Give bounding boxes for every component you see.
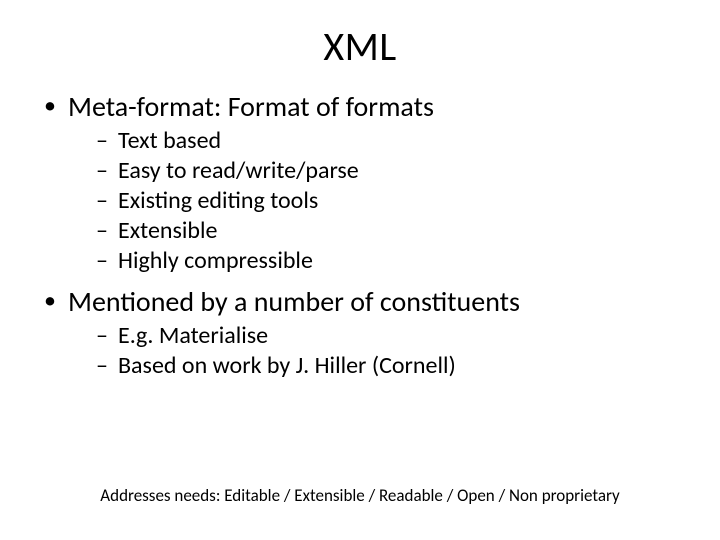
footer-note: Addresses needs: Editable / Extensible /… [0, 485, 720, 506]
sub-list: Text based Easy to read/write/parse Exis… [68, 126, 682, 276]
bullet-item: Mentioned by a number of constituents E.… [38, 284, 682, 381]
sub-list: E.g. Materialise Based on work by J. Hil… [68, 321, 682, 381]
sub-item: E.g. Materialise [96, 321, 682, 351]
bullet-text: Mentioned by a number of constituents [68, 284, 520, 319]
sub-item: Extensible [96, 216, 682, 246]
slide-body: Meta-format: Format of formats Text base… [0, 71, 720, 381]
sub-item: Text based [96, 126, 682, 156]
sub-item: Easy to read/write/parse [96, 156, 682, 186]
sub-item: Highly compressible [96, 246, 682, 276]
slide-title: XML [0, 0, 720, 71]
bullet-text: Meta-format: Format of formats [68, 89, 434, 124]
slide: XML Meta-format: Format of formats Text … [0, 0, 720, 540]
sub-item: Existing editing tools [96, 186, 682, 216]
sub-item: Based on work by J. Hiller (Cornell) [96, 351, 682, 381]
bullet-item: Meta-format: Format of formats Text base… [38, 89, 682, 276]
bullet-list: Meta-format: Format of formats Text base… [38, 89, 682, 381]
